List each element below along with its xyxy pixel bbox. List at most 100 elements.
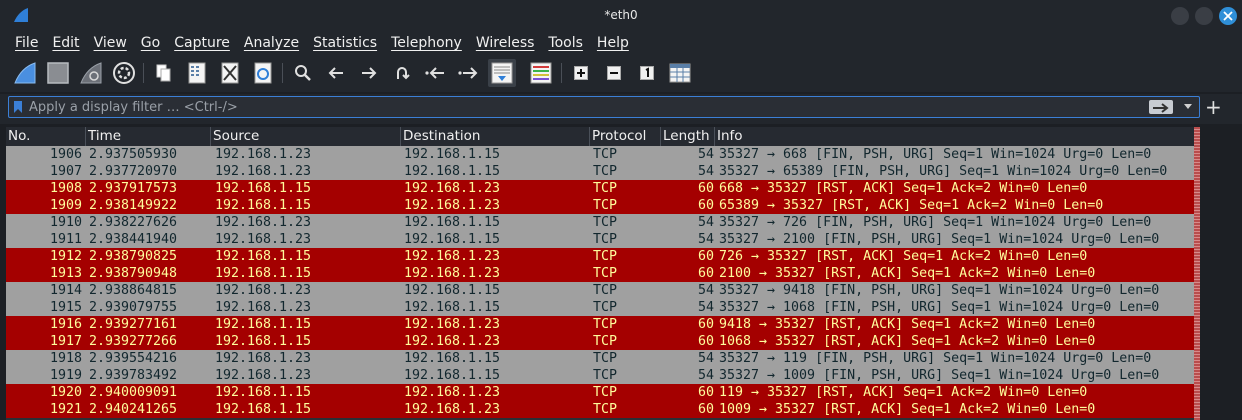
normal-size-button[interactable] bbox=[635, 61, 659, 85]
minimize-button[interactable] bbox=[1171, 7, 1189, 25]
zoom-out-button[interactable] bbox=[602, 61, 626, 85]
packet-no: 1913 bbox=[49, 266, 82, 281]
colorize-button[interactable] bbox=[528, 60, 554, 86]
column-divider[interactable] bbox=[589, 127, 590, 146]
menu-help[interactable]: Help bbox=[597, 35, 629, 51]
go-back-button[interactable] bbox=[324, 61, 348, 85]
packet-time: 2.937505930 bbox=[89, 147, 178, 162]
column-header-length[interactable]: Length bbox=[663, 128, 710, 144]
packet-list[interactable]: No. Time Source Destination Protocol Len… bbox=[6, 127, 1194, 420]
menu-edit[interactable]: Edit bbox=[52, 35, 79, 51]
main-toolbar bbox=[0, 55, 1242, 92]
right-margin bbox=[1200, 127, 1242, 420]
packet-length: 60 bbox=[697, 334, 714, 349]
save-file-button[interactable] bbox=[185, 61, 209, 85]
table-row[interactable]: 1908 2.937917573 192.168.1.15 192.168.1.23 T… bbox=[6, 180, 1194, 197]
table-row[interactable]: 1913 2.938790948 192.168.1.15 192.168.1.23 T… bbox=[6, 265, 1194, 282]
column-divider[interactable] bbox=[400, 127, 401, 146]
table-row[interactable]: 1906 2.937505930 192.168.1.23 192.168.1.15 T… bbox=[6, 146, 1194, 163]
packet-length: 54 bbox=[697, 215, 714, 230]
close-icon bbox=[1223, 11, 1233, 21]
go-to-packet-button[interactable] bbox=[390, 61, 414, 85]
menu-view[interactable]: View bbox=[94, 35, 127, 51]
close-window-button[interactable] bbox=[1219, 7, 1237, 25]
go-forward-button[interactable] bbox=[357, 61, 381, 85]
packet-protocol: TCP bbox=[593, 351, 618, 366]
apply-filter-button[interactable] bbox=[1149, 100, 1173, 114]
toolbar-separator bbox=[561, 63, 562, 83]
autoscroll-button[interactable] bbox=[488, 59, 516, 87]
packet-length: 60 bbox=[697, 181, 714, 196]
menu-file[interactable]: File bbox=[15, 35, 38, 51]
table-row[interactable]: 1918 2.939554216 192.168.1.23 192.168.1.15 T… bbox=[6, 350, 1194, 367]
display-filter-box bbox=[8, 96, 1200, 118]
find-packet-button[interactable] bbox=[291, 61, 315, 85]
table-row[interactable]: 1909 2.938149922 192.168.1.15 192.168.1.23 T… bbox=[6, 197, 1194, 214]
first-packet-button[interactable] bbox=[423, 61, 447, 85]
column-divider[interactable] bbox=[714, 127, 715, 146]
packet-length: 60 bbox=[697, 385, 714, 400]
column-divider[interactable] bbox=[660, 127, 661, 146]
bookmark-icon[interactable] bbox=[13, 100, 23, 114]
table-row[interactable]: 1914 2.938864815 192.168.1.23 192.168.1.15 T… bbox=[6, 282, 1194, 299]
table-row[interactable]: 1917 2.939277266 192.168.1.15 192.168.1.23 T… bbox=[6, 333, 1194, 350]
menu-wireless[interactable]: Wireless bbox=[476, 35, 535, 51]
menu-capture[interactable]: Capture bbox=[174, 35, 230, 51]
packet-source: 192.168.1.15 bbox=[215, 249, 312, 264]
table-row[interactable]: 1919 2.939783492 192.168.1.23 192.168.1.15 T… bbox=[6, 367, 1194, 384]
packet-list-header: No. Time Source Destination Protocol Len… bbox=[6, 127, 1194, 147]
open-file-button[interactable] bbox=[152, 61, 176, 85]
add-filter-button[interactable]: + bbox=[1205, 97, 1222, 117]
column-header-time[interactable]: Time bbox=[88, 128, 121, 144]
packet-source: 192.168.1.23 bbox=[215, 215, 312, 230]
table-row[interactable]: 1907 2.937720970 192.168.1.23 192.168.1.15 T… bbox=[6, 163, 1194, 180]
column-header-protocol[interactable]: Protocol bbox=[592, 128, 646, 144]
restart-capture-button[interactable] bbox=[79, 61, 103, 85]
column-divider[interactable] bbox=[85, 127, 86, 146]
capture-options-gear-icon bbox=[113, 62, 135, 84]
table-row[interactable]: 1916 2.939277161 192.168.1.15 192.168.1.23 T… bbox=[6, 316, 1194, 333]
packet-protocol: TCP bbox=[593, 385, 618, 400]
resize-columns-button[interactable] bbox=[668, 61, 692, 85]
packet-source: 192.168.1.23 bbox=[215, 300, 312, 315]
table-row[interactable]: 1921 2.940241265 192.168.1.15 192.168.1.23 T… bbox=[6, 401, 1194, 418]
menu-statistics[interactable]: Statistics bbox=[313, 35, 377, 51]
close-file-button[interactable] bbox=[218, 61, 242, 85]
stop-capture-button[interactable] bbox=[46, 61, 70, 85]
table-row[interactable]: 1915 2.939079755 192.168.1.23 192.168.1.15 T… bbox=[6, 299, 1194, 316]
menu-go[interactable]: Go bbox=[141, 35, 160, 51]
column-header-info[interactable]: Info bbox=[717, 128, 743, 144]
column-header-no[interactable]: No. bbox=[8, 128, 30, 144]
column-header-source[interactable]: Source bbox=[213, 128, 259, 144]
zoom-in-button[interactable] bbox=[569, 61, 593, 85]
packet-length: 54 bbox=[697, 164, 714, 179]
packet-destination: 192.168.1.23 bbox=[404, 181, 501, 196]
menu-telephony[interactable]: Telephony bbox=[391, 35, 462, 51]
menu-tools[interactable]: Tools bbox=[548, 35, 583, 51]
packet-protocol: TCP bbox=[593, 147, 618, 162]
chevron-down-icon[interactable] bbox=[1183, 101, 1193, 111]
packet-protocol: TCP bbox=[593, 300, 618, 315]
packet-no: 1907 bbox=[49, 164, 82, 179]
menu-analyze[interactable]: Analyze bbox=[244, 35, 299, 51]
packet-no: 1909 bbox=[49, 198, 82, 213]
packet-info: 35327 → 1009 [FIN, PSH, URG] Seq=1 Win=1… bbox=[719, 368, 1160, 383]
column-divider[interactable] bbox=[210, 127, 211, 146]
packet-time: 2.939079755 bbox=[89, 300, 178, 315]
packet-time: 2.938790948 bbox=[89, 266, 178, 281]
display-filter-input[interactable] bbox=[29, 99, 1129, 115]
reload-file-button[interactable] bbox=[251, 61, 275, 85]
display-filter-bar bbox=[0, 94, 1242, 124]
packet-no: 1914 bbox=[49, 283, 82, 298]
stop-square-icon bbox=[47, 62, 69, 84]
capture-options-button[interactable] bbox=[112, 61, 136, 85]
table-row[interactable]: 1912 2.938790825 192.168.1.15 192.168.1.23 T… bbox=[6, 248, 1194, 265]
maximize-button[interactable] bbox=[1195, 7, 1213, 25]
table-row[interactable]: 1910 2.938227626 192.168.1.23 192.168.1.15 T… bbox=[6, 214, 1194, 231]
packet-source: 192.168.1.15 bbox=[215, 385, 312, 400]
column-header-destination[interactable]: Destination bbox=[403, 128, 480, 144]
last-packet-button[interactable] bbox=[456, 61, 480, 85]
start-capture-button[interactable] bbox=[13, 61, 37, 85]
table-row[interactable]: 1920 2.940009091 192.168.1.15 192.168.1.23 T… bbox=[6, 384, 1194, 401]
table-row[interactable]: 1911 2.938441940 192.168.1.23 192.168.1.15 T… bbox=[6, 231, 1194, 248]
